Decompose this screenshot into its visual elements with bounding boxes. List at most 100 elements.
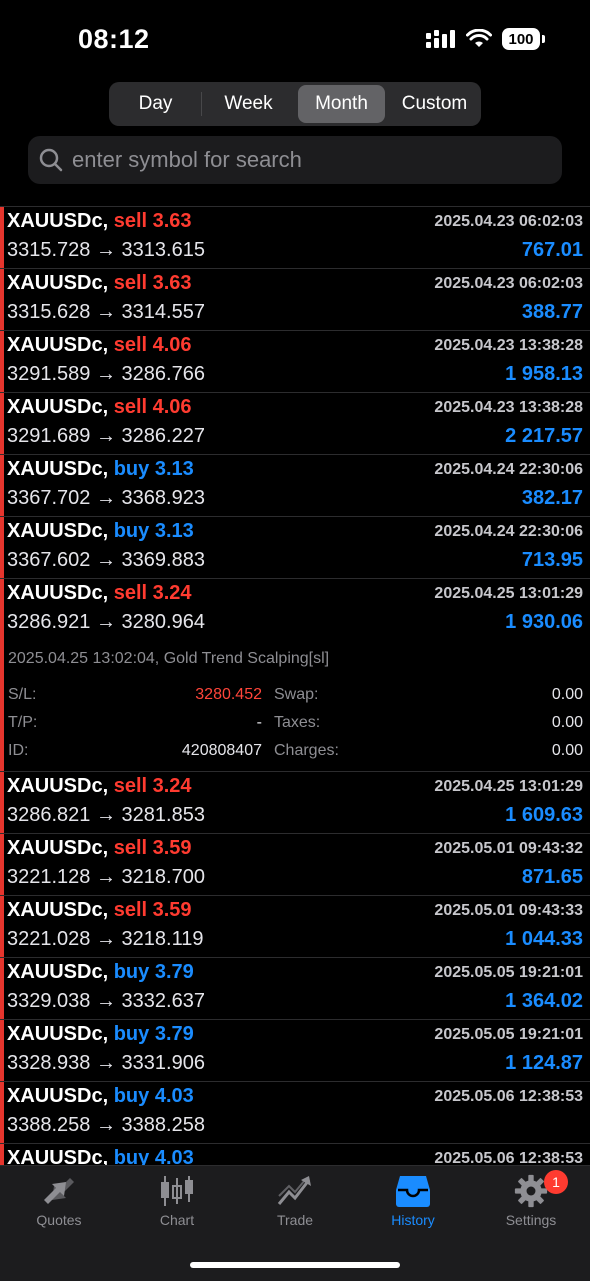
tab-week[interactable]: Week [205, 85, 292, 123]
trade-date: 2025.04.23 06:02:03 [434, 275, 583, 292]
trade-volume: 3.59 [152, 837, 192, 859]
trade-prices: 3221.028 → 3218.119 [7, 928, 203, 951]
tab-label: Quotes [36, 1212, 82, 1228]
tab-chart[interactable]: Chart [118, 1174, 236, 1228]
trade-date: 2025.05.05 19:21:01 [434, 1026, 583, 1043]
trade-side: sell [113, 272, 148, 294]
trade-symbol: XAUUSDc, [7, 1147, 109, 1166]
trade-volume: 3.13 [154, 458, 194, 480]
status-icons: 100 [426, 28, 545, 50]
trade-history-list[interactable]: XAUUSDc, sell 3.63 3315.728 → 3313.615 202… [0, 206, 590, 1166]
charges-value: 0.00 [551, 742, 583, 759]
trade-row[interactable]: XAUUSDc, sell 4.06 3291.689 → 3286.227 202… [0, 393, 590, 455]
trade-side: sell [113, 210, 148, 232]
trade-date: 2025.05.01 09:43:32 [434, 840, 583, 857]
close-price: 3281.853 [121, 804, 205, 826]
tab-day[interactable]: Day [112, 85, 199, 123]
trade-title: XAUUSDc, sell 3.59 [7, 837, 192, 860]
tab-history[interactable]: History [354, 1174, 472, 1228]
charges-label: Charges: [274, 742, 339, 759]
trade-symbol: XAUUSDc, [7, 899, 109, 921]
tab-trade[interactable]: Trade [236, 1174, 354, 1228]
trade-row[interactable]: XAUUSDc, sell 3.59 3221.128 → 3218.700 202… [0, 834, 590, 896]
tp-label: T/P: [8, 714, 38, 731]
open-price: 3315.728 [7, 239, 91, 261]
chart-icon [161, 1176, 193, 1206]
close-info: 2025.04.25 13:02:04, Gold Trend Scalping… [8, 650, 330, 667]
trade-title: XAUUSDc, buy 3.79 [7, 961, 194, 984]
close-price: 3369.883 [121, 549, 205, 571]
tab-label: History [391, 1212, 435, 1228]
trade-profit: 1 609.63 [505, 804, 583, 826]
open-price: 3329.038 [7, 990, 91, 1012]
trade-symbol: XAUUSDc, [7, 520, 109, 542]
arrow-icon: → [95, 866, 116, 888]
trade-volume: 4.06 [152, 334, 192, 356]
trade-symbol: XAUUSDc, [7, 458, 109, 480]
trade-row[interactable]: XAUUSDc, sell 3.63 3315.728 → 3313.615 202… [0, 207, 590, 269]
arrow-icon: → [95, 1114, 116, 1136]
trade-volume: 3.13 [154, 520, 194, 542]
trade-prices: 3286.921 → 3280.964 [7, 611, 205, 634]
trade-symbol: XAUUSDc, [7, 775, 109, 797]
trade-volume: 3.79 [154, 961, 194, 983]
trade-side: sell [113, 396, 148, 418]
trade-row[interactable]: XAUUSDc, sell 3.59 3221.028 → 3218.119 202… [0, 896, 590, 958]
trade-date: 2025.04.23 06:02:03 [434, 213, 583, 230]
close-price: 3331.906 [121, 1052, 205, 1074]
trade-row[interactable]: XAUUSDc, buy 3.79 3328.938 → 3331.906 2025… [0, 1020, 590, 1082]
tab-month[interactable]: Month [298, 85, 385, 123]
trade-row[interactable]: XAUUSDc, sell 4.06 3291.589 → 3286.766 202… [0, 331, 590, 393]
battery-indicator: 100 [502, 28, 545, 50]
arrow-icon: → [95, 549, 116, 571]
tab-quotes[interactable]: Quotes [0, 1174, 118, 1228]
trade-volume: 3.63 [152, 272, 192, 294]
trade-profit: 388.77 [521, 301, 583, 323]
taxes-value: 0.00 [551, 714, 583, 731]
trade-volume: 3.59 [152, 899, 192, 921]
trade-row[interactable]: XAUUSDc, buy 3.79 3329.038 → 3332.637 2025… [0, 958, 590, 1020]
open-price: 3291.589 [7, 363, 91, 385]
trade-volume: 3.24 [152, 582, 192, 604]
trade-row[interactable]: XAUUSDc, sell 3.63 3315.628 → 3314.557 202… [0, 269, 590, 331]
trade-prices: 3291.689 → 3286.227 [7, 425, 205, 448]
search-input[interactable]: enter symbol for search [72, 147, 302, 173]
open-price: 3367.602 [7, 549, 91, 571]
trade-side: sell [113, 334, 148, 356]
trade-date: 2025.04.25 13:01:29 [434, 778, 583, 795]
close-price: 3286.227 [121, 425, 205, 447]
close-price: 3218.700 [121, 866, 205, 888]
trade-prices: 3286.821 → 3281.853 [7, 804, 205, 827]
trade-profit: 382.17 [521, 487, 583, 509]
tab-settings[interactable]: Settings 1 [472, 1170, 590, 1228]
tab-custom[interactable]: Custom [391, 85, 478, 123]
trade-title: XAUUSDc, buy 3.13 [7, 458, 194, 481]
trade-row[interactable]: XAUUSDc, buy 3.13 3367.602 → 3369.883 2025… [0, 517, 590, 579]
trade-symbol: XAUUSDc, [7, 1085, 109, 1107]
arrow-icon: → [95, 425, 116, 447]
trade-icon [277, 1176, 311, 1205]
open-price: 3328.938 [7, 1052, 91, 1074]
arrow-icon: → [95, 487, 116, 509]
search-field[interactable]: enter symbol for search [28, 136, 562, 184]
trade-row[interactable]: XAUUSDc, buy 3.13 3367.702 → 3368.923 2025… [0, 455, 590, 517]
trade-side: buy [113, 1147, 150, 1166]
trade-volume: 3.63 [152, 210, 192, 232]
trade-symbol: XAUUSDc, [7, 272, 109, 294]
trade-row[interactable]: XAUUSDc, sell 3.24 3286.921 → 3280.964 202… [0, 579, 590, 772]
trade-volume: 4.06 [152, 396, 192, 418]
trade-title: XAUUSDc, sell 3.63 [7, 272, 192, 295]
trade-row[interactable]: XAUUSDc, buy 4.03 2025.05.06 12:38:53 [0, 1144, 590, 1166]
close-price: 3286.766 [121, 363, 205, 385]
trade-date: 2025.04.23 13:38:28 [434, 399, 583, 416]
trade-row[interactable]: XAUUSDc, sell 3.24 3286.821 → 3281.853 202… [0, 772, 590, 834]
id-label: ID: [8, 742, 29, 759]
trade-row[interactable]: XAUUSDc, buy 4.03 3388.258 → 3388.258 2025… [0, 1082, 590, 1144]
swap-value: 0.00 [551, 686, 583, 703]
trade-symbol: XAUUSDc, [7, 961, 109, 983]
trade-prices: 3388.258 → 3388.258 [7, 1114, 205, 1137]
close-price: 3314.557 [121, 301, 205, 323]
trade-title: XAUUSDc, buy 4.03 [7, 1147, 194, 1166]
arrow-icon: → [95, 363, 116, 385]
trade-prices: 3221.128 → 3218.700 [7, 866, 205, 889]
